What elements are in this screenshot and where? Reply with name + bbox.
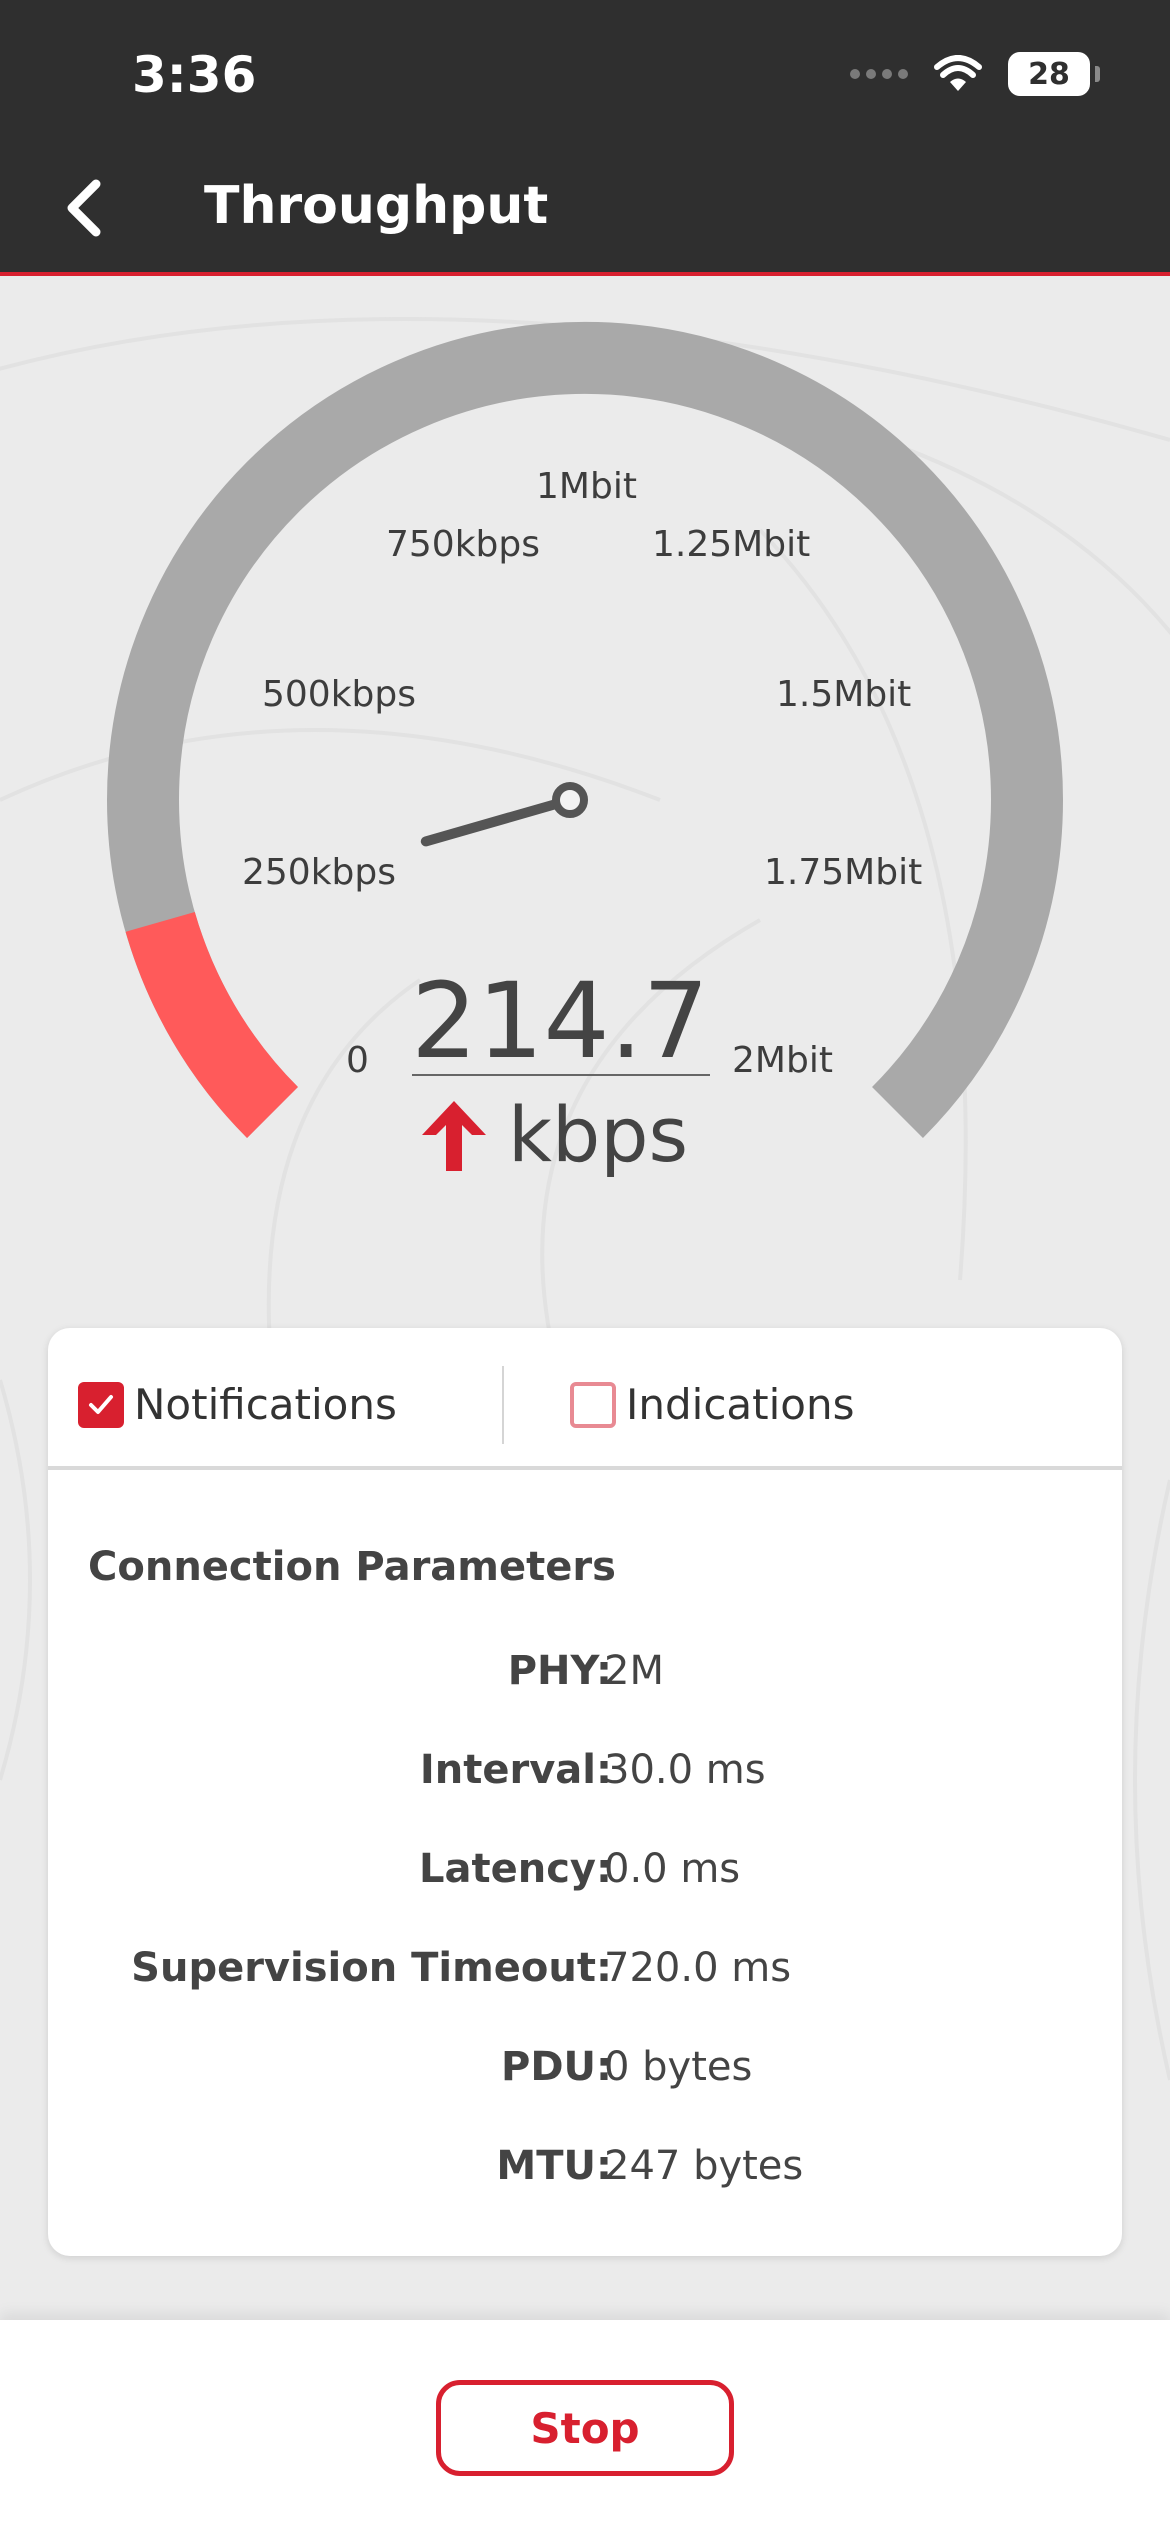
- status-icons: 28: [850, 52, 1100, 96]
- param-key: Supervision Timeout:: [131, 1945, 612, 1991]
- notifications-label: Notifications: [134, 1380, 397, 1429]
- param-key: Interval:: [419, 1747, 612, 1793]
- gauge-label-1-75mbit: 1.75Mbit: [764, 852, 923, 893]
- parameters-card: Notifications Indications Connection Par…: [48, 1328, 1122, 2256]
- gauge-label-500kbps: 500kbps: [262, 674, 417, 715]
- param-value: 2M: [604, 1648, 664, 1694]
- unit-row: kbps: [414, 1090, 688, 1179]
- gauge-label-1-25mbit: 1.25Mbit: [652, 524, 811, 565]
- checkbox-checked-icon: [78, 1381, 124, 1428]
- param-value: 0.0 ms: [604, 1846, 741, 1892]
- notification-mode-tabs: Notifications Indications: [48, 1328, 1122, 1470]
- gauge-label-2mbit: 2Mbit: [732, 1040, 833, 1081]
- wifi-icon: [934, 55, 982, 91]
- chevron-left-icon: [67, 179, 101, 237]
- param-key: Latency:: [419, 1846, 612, 1892]
- param-value: 247 bytes: [604, 2143, 804, 2189]
- throughput-value: 214.7: [411, 960, 709, 1082]
- readout-divider: [412, 1074, 710, 1076]
- gauge-fill: [125, 911, 299, 1138]
- stop-button[interactable]: Stop: [436, 2380, 734, 2476]
- param-value: 30.0 ms: [604, 1747, 766, 1793]
- gauge-label-750kbps: 750kbps: [386, 524, 541, 565]
- param-key: PDU:: [501, 2044, 612, 2090]
- page-title: Throughput: [204, 176, 549, 236]
- cellular-signal-icon: [850, 69, 908, 79]
- gauge-needle: [420, 782, 588, 847]
- param-key: MTU:: [496, 2143, 612, 2189]
- indications-checkbox[interactable]: Indications: [570, 1380, 855, 1429]
- status-time: 3:36: [132, 46, 257, 104]
- gauge-label-1mbit: 1Mbit: [536, 466, 637, 507]
- indications-label: Indications: [626, 1380, 855, 1429]
- bottom-bar: Stop: [0, 2320, 1170, 2532]
- gauge-label-250kbps: 250kbps: [242, 852, 397, 893]
- gauge-label-1-5mbit: 1.5Mbit: [776, 674, 912, 715]
- param-value: 0 bytes: [604, 2044, 753, 2090]
- checkbox-unchecked-icon: [570, 1381, 616, 1428]
- param-value: 720.0 ms: [604, 1945, 792, 1991]
- throughput-unit: kbps: [508, 1090, 689, 1179]
- notifications-checkbox[interactable]: Notifications: [78, 1380, 397, 1429]
- app-header: 3:36 28 Throughput: [0, 0, 1170, 276]
- gauge-label-0: 0: [346, 1040, 369, 1081]
- battery-icon: 28: [1008, 52, 1100, 96]
- upload-arrow-icon: [422, 1100, 486, 1171]
- tab-divider: [502, 1366, 504, 1444]
- back-button[interactable]: [52, 168, 122, 248]
- section-title: Connection Parameters: [88, 1544, 616, 1590]
- param-key: PHY:: [507, 1648, 612, 1694]
